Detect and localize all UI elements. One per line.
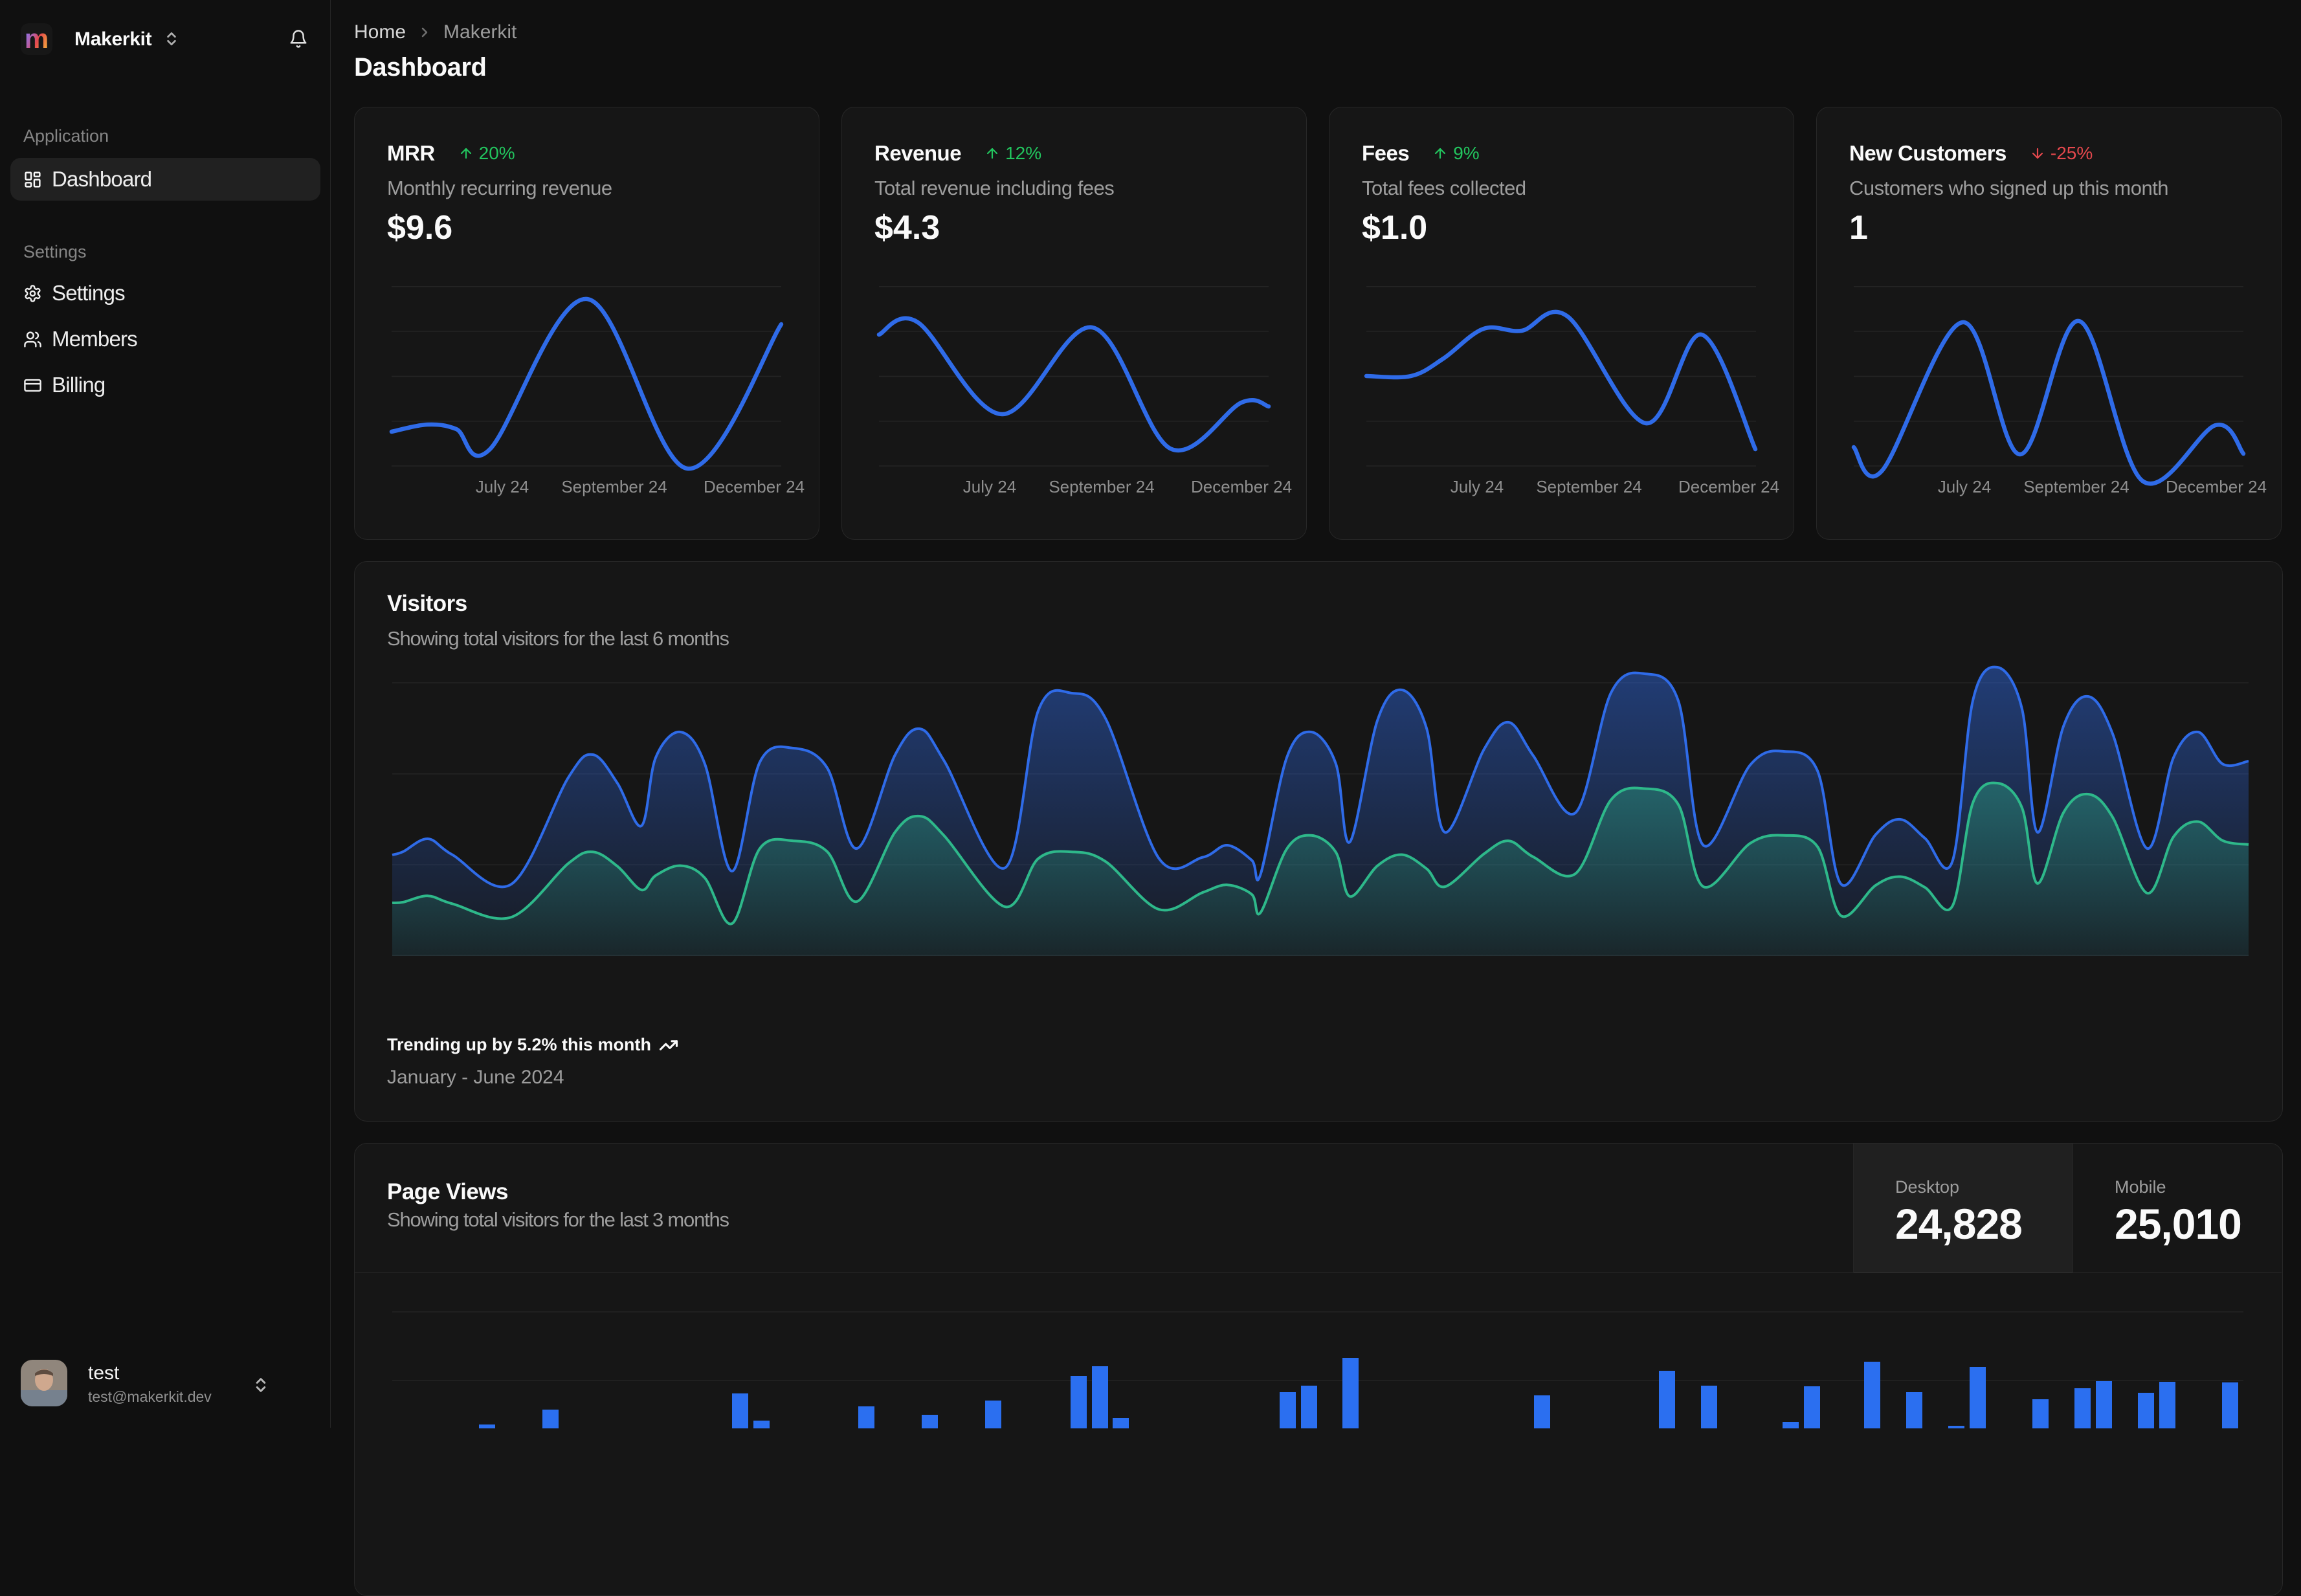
svg-text:m: m [25, 23, 49, 54]
svg-text:September 24: September 24 [1536, 477, 1641, 496]
svg-text:September 24: September 24 [2023, 477, 2129, 496]
svg-text:December 24: December 24 [704, 477, 805, 496]
svg-text:July 24: July 24 [1451, 477, 1504, 496]
svg-text:December 24: December 24 [1191, 477, 1292, 496]
svg-text:December 24: December 24 [1678, 477, 1779, 496]
svg-text:December 24: December 24 [2166, 477, 2267, 496]
svg-text:July 24: July 24 [476, 477, 529, 496]
svg-text:September 24: September 24 [1049, 477, 1154, 496]
svg-text:July 24: July 24 [1938, 477, 1991, 496]
svg-text:September 24: September 24 [561, 477, 667, 496]
svg-text:July 24: July 24 [963, 477, 1016, 496]
